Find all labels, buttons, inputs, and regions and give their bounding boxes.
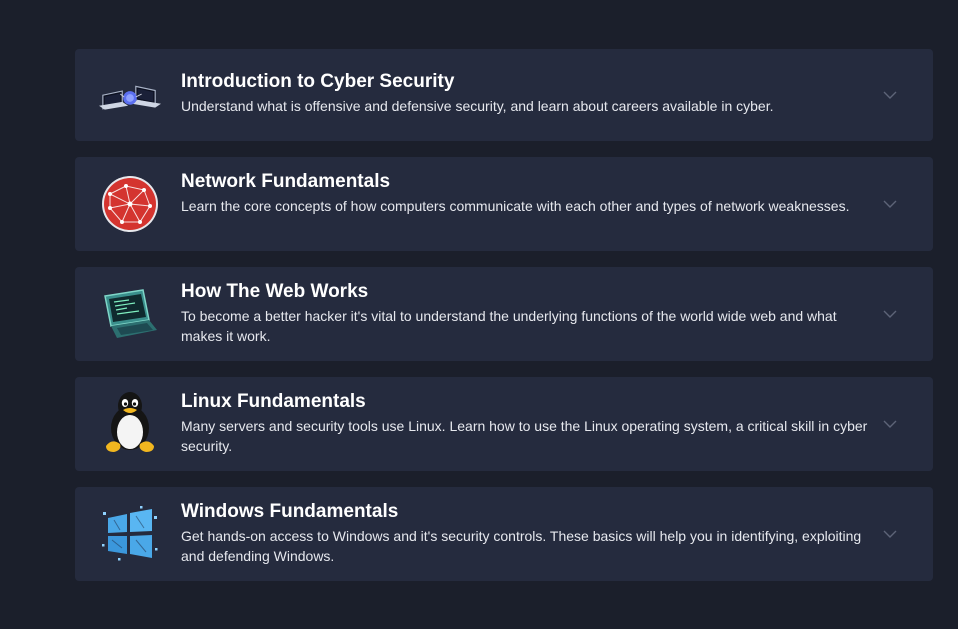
module-title: Network Fundamentals [181, 171, 391, 192]
module-card-how-the-web-works[interactable]: How The Web Works To become a better hac… [75, 267, 933, 361]
laptops-network-icon [99, 65, 161, 127]
module-title: Linux Fundamentals [181, 391, 366, 412]
chevron-down-icon[interactable] [883, 88, 897, 102]
module-description: Get hands-on access to Windows and it's … [181, 528, 862, 564]
module-card-windows-fundamentals[interactable]: Windows Fundamentals Get hands-on access… [75, 487, 933, 581]
module-list: Introduction to Cyber Security Understan… [75, 49, 933, 581]
module-card-linux-fundamentals[interactable]: Linux Fundamentals Many servers and secu… [75, 377, 933, 471]
module-description: Understand what is offensive and defensi… [181, 98, 774, 114]
chevron-down-icon[interactable] [883, 307, 897, 321]
laptop-code-icon [99, 283, 161, 345]
module-title: Windows Fundamentals [181, 501, 399, 522]
module-description: To become a better hacker it's vital to … [181, 308, 837, 344]
chevron-down-icon[interactable] [883, 417, 897, 431]
module-description: Learn the core concepts of how computers… [181, 198, 850, 214]
module-description: Many servers and security tools use Linu… [181, 418, 868, 454]
module-title: Introduction to Cyber Security [181, 71, 455, 92]
page: Introduction to Cyber Security Understan… [0, 0, 958, 629]
module-card-intro-cyber-security[interactable]: Introduction to Cyber Security Understan… [75, 49, 933, 141]
linux-penguin-icon [99, 391, 161, 453]
chevron-down-icon[interactable] [883, 527, 897, 541]
network-globe-icon [99, 173, 161, 235]
module-card-network-fundamentals[interactable]: Network Fundamentals Learn the core conc… [75, 157, 933, 251]
module-title: How The Web Works [181, 281, 369, 302]
chevron-down-icon[interactable] [883, 197, 897, 211]
windows-logo-icon [99, 503, 161, 565]
